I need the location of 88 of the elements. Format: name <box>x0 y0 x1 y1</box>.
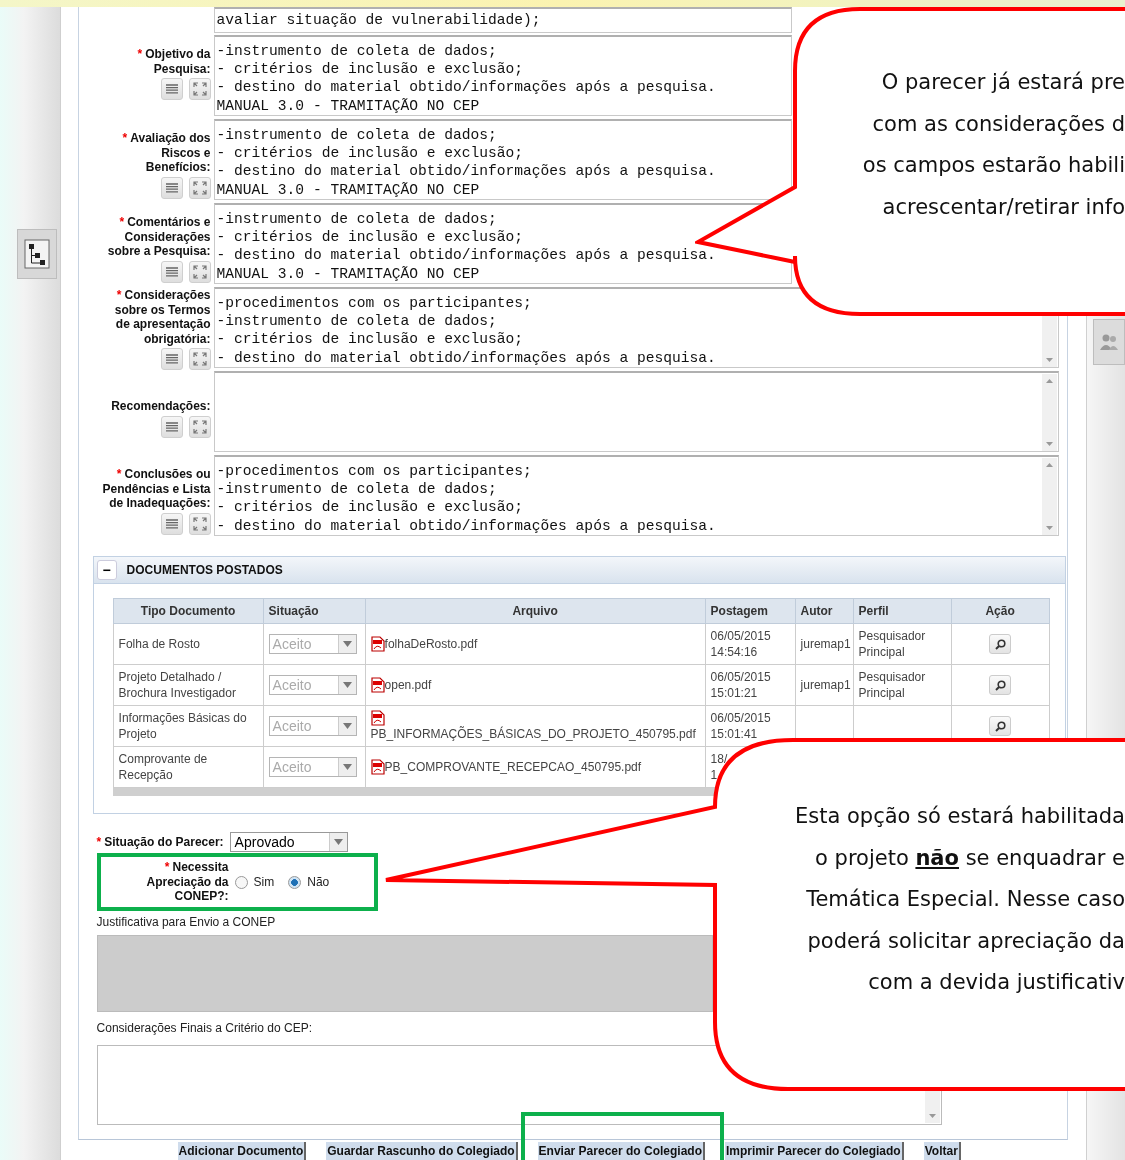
table-cell: Pesquisador Principal <box>853 623 952 665</box>
list-icon <box>165 84 178 94</box>
action-button[interactable]: Adicionar Documento <box>177 1142 307 1160</box>
status-select[interactable]: Aprovado <box>229 832 348 852</box>
field-label: * Conclusões ou Pendências e Lista de Inadequações: <box>102 467 211 511</box>
field-label: * Avaliação dos Riscos e Benefícios: <box>122 131 211 175</box>
tree-view-button[interactable] <box>17 229 57 279</box>
expand-icon <box>192 264 207 279</box>
table-cell: juremap1 <box>795 664 854 706</box>
field-label: Considerações Finais a Critério do CEP: <box>96 1020 313 1036</box>
expand-icon <box>192 180 207 195</box>
list-icon <box>165 354 178 364</box>
table-cell: juremap1 <box>795 623 854 665</box>
pdf-file-icon <box>370 636 385 652</box>
action-button[interactable]: Enviar Parecer do Colegiado <box>537 1142 705 1160</box>
field-label: * Considerações sobre os Termos de apresentação obrigatória: <box>114 288 211 346</box>
list-format-button[interactable] <box>160 512 183 535</box>
column-header: Arquivo <box>365 598 706 624</box>
column-header: Perfil <box>853 598 952 624</box>
fullscreen-button[interactable] <box>188 512 211 535</box>
action-button[interactable]: Imprimir Parecer do Colegiado <box>725 1142 904 1160</box>
list-icon <box>165 266 178 277</box>
column-header: Autor <box>795 598 854 624</box>
radio-option[interactable]: Sim <box>234 875 275 889</box>
field-label: Recomendações: <box>111 399 211 414</box>
pdf-file-icon <box>370 710 385 726</box>
fullscreen-button[interactable] <box>188 415 211 438</box>
radio-button[interactable] <box>234 875 248 889</box>
scrollbar[interactable] <box>1041 458 1057 535</box>
dropdown-arrow-icon <box>342 641 352 647</box>
list-icon <box>165 182 178 193</box>
textarea-field[interactable]: -procedimentos com os participantes; -instrumento de coleta de dados; - critérios de inclusão e exclusão; - destino do material obtido/informações após a pesquisa. <box>213 455 1059 536</box>
column-header: Ação <box>951 598 1050 624</box>
radio-option[interactable]: Não <box>288 875 330 889</box>
panel-title: DOCUMENTOS POSTADOS <box>126 563 283 577</box>
action-button[interactable]: Voltar <box>923 1142 961 1160</box>
fullscreen-button[interactable] <box>188 348 211 370</box>
dropdown-arrow-icon <box>342 682 352 688</box>
table-cell: 06/05/2015 14:54:16 <box>705 623 796 665</box>
dropdown-arrow-icon <box>342 723 352 729</box>
users-icon <box>1099 333 1119 351</box>
field-label: * Comentários e Considerações sobre a Pesquisa: <box>107 215 211 259</box>
search-icon <box>994 638 1006 650</box>
list-format-button[interactable] <box>160 176 183 199</box>
fullscreen-button[interactable] <box>188 260 211 283</box>
field-label: * Situação do Parecer: <box>96 835 224 849</box>
list-icon <box>165 518 178 529</box>
table-cell: 06/05/2015 15:01:21 <box>705 664 796 706</box>
table-cell: Pesquisador Principal <box>853 664 952 706</box>
column-header: Postagem <box>705 598 796 624</box>
column-header: Situação <box>263 598 366 624</box>
table-cell: Projeto Detalhado / Brochura Investigador <box>113 664 264 706</box>
fullscreen-button[interactable] <box>188 78 211 100</box>
table-cell: Comprovante de Recepção <box>113 746 264 788</box>
textarea-field[interactable]: -instrumento de coleta de dados; - critérios de inclusão e exclusão; - destino do material obtido/informações após a pesquisa. MANUAL 3.0 - TRAMITAÇÃO NO CEP <box>213 203 792 284</box>
list-icon <box>165 421 178 432</box>
list-format-button[interactable] <box>160 348 183 370</box>
field-label: Justificativa para Envio a CONEP <box>96 914 277 930</box>
textarea-field[interactable] <box>213 371 1059 452</box>
tree-icon <box>24 239 50 269</box>
search-icon <box>994 679 1006 691</box>
fullscreen-button[interactable] <box>188 176 211 199</box>
action-button[interactable]: Guardar Rascunho do Colegiado <box>326 1142 518 1160</box>
pdf-file-icon <box>370 677 385 693</box>
dropdown-arrow-icon <box>333 839 343 845</box>
dropdown-arrow-icon <box>342 764 352 770</box>
scrollbar[interactable] <box>1041 374 1057 451</box>
radio-label: Não <box>307 875 330 889</box>
field-label: * Necessita Apreciação da CONEP?: <box>145 860 229 904</box>
collapse-toggle[interactable]: − <box>96 560 117 580</box>
list-format-button[interactable] <box>160 260 183 283</box>
field-label: * Objetivo da Pesquisa: <box>137 47 211 76</box>
pdf-file-icon <box>370 759 385 775</box>
search-icon <box>994 720 1006 732</box>
expand-icon <box>192 419 207 434</box>
table-cell: Informações Básicas do Projeto <box>113 705 264 747</box>
list-format-button[interactable] <box>160 78 183 100</box>
list-format-button[interactable] <box>160 415 183 438</box>
expand-icon <box>192 82 207 96</box>
table-cell: Folha de Rosto <box>113 623 264 665</box>
expand-icon <box>192 352 207 366</box>
expand-icon <box>192 516 207 531</box>
textarea-field[interactable]: avaliar situação de vulnerabilidade); <box>213 7 792 33</box>
textarea-field[interactable]: -instrumento de coleta de dados; - critérios de inclusão e exclusão; - destino do material obtido/informações após a pesquisa. MANUAL 3.0 - TRAMITAÇÃO NO CEP <box>213 119 792 200</box>
textarea-field[interactable]: -instrumento de coleta de dados; - critérios de inclusão e exclusão; - destino do material obtido/informações após a pesquisa. MANUAL 3.0 - TRAMITAÇÃO NO CEP <box>213 35 792 116</box>
radio-label: Sim <box>253 875 275 889</box>
radio-button[interactable] <box>288 875 302 889</box>
column-header: Tipo Documento <box>113 598 264 624</box>
